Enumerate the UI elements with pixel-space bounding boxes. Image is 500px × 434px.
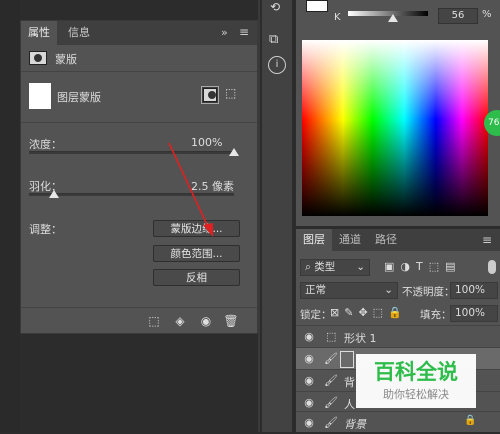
properties-panel: 属性 信息 » ≡ 蒙版 图层蒙版 ⬚ 浓度： 100% 羽化： 2.5 像素 … [20, 20, 258, 334]
double-chevron-right-icon[interactable]: » [221, 26, 228, 39]
k-slider-knob[interactable] [387, 14, 398, 22]
invert-button[interactable]: 反相 [153, 269, 240, 286]
eye-icon[interactable]: ◉ [197, 312, 215, 330]
mask-section-header: 蒙版 [21, 45, 257, 72]
color-range-button[interactable]: 颜色范围... [153, 245, 240, 262]
foreground-swatch[interactable] [306, 0, 328, 12]
mask-icon [29, 51, 47, 65]
lock-image-icon[interactable]: ✎ [344, 306, 358, 319]
layer-mask-label: 图层蒙版 [57, 91, 101, 104]
layer-thumbnail [340, 351, 354, 368]
tab-info[interactable]: 信息 [61, 21, 97, 45]
layers-tab-bar: 图层 通道 路径 ≡ [296, 229, 500, 251]
adjustment-filter-icon[interactable]: ◑ [400, 260, 416, 273]
brush-icon: 🖌 [324, 396, 338, 409]
layer-name: 形状 1 [344, 332, 377, 345]
lock-transparent-icon[interactable]: ⊠ [330, 306, 344, 319]
blend-mode-dropdown[interactable]: 正常 ⌄ [300, 282, 398, 299]
selection-from-mask-icon[interactable]: ⬚ [145, 312, 163, 330]
opacity-label: 不透明度： [402, 286, 455, 298]
annotation-arrow [168, 142, 213, 237]
k-value[interactable]: 56 [438, 8, 478, 24]
feather-slider-knob[interactable] [48, 190, 59, 198]
fill-input[interactable]: 100% [450, 305, 498, 322]
cube-icon[interactable]: ⧉ [269, 32, 278, 47]
eye-icon[interactable]: ◉ [302, 330, 316, 344]
opacity-input[interactable]: 100% [450, 282, 498, 299]
vector-mask-icon[interactable]: ⬚ [225, 86, 236, 100]
shape-layer-icon: ⬚ [326, 330, 337, 343]
history-icon[interactable]: ⟲ [270, 0, 280, 14]
eye-icon[interactable]: ◉ [302, 374, 316, 388]
mask-thumbnail[interactable] [29, 83, 51, 109]
watermark: 百科全说 助你轻松解决 [356, 354, 476, 408]
shape-filter-icon[interactable]: ⬚ [429, 260, 445, 273]
brush-icon: 🖌 [324, 352, 338, 365]
image-filter-icon[interactable]: ▣ [384, 260, 400, 273]
color-spectrum[interactable] [302, 40, 488, 216]
icon-dock: ⟲ ⧉ i [262, 0, 292, 432]
lock-all-icon[interactable]: 🔒 [388, 306, 407, 319]
info-icon[interactable]: i [268, 56, 286, 74]
properties-tab-bar: 属性 信息 » ≡ [21, 21, 257, 45]
lock-icon: 🔒 [464, 415, 477, 426]
k-label: K [334, 12, 341, 23]
layer-mask-row: 图层蒙版 ⬚ [21, 72, 257, 123]
smart-object-filter-icon[interactable]: ▤ [445, 260, 461, 273]
eye-icon[interactable]: ◉ [302, 396, 316, 410]
lock-artboard-icon[interactable]: ⬚ [373, 306, 388, 319]
fill-label: 填充： [420, 309, 452, 321]
search-icon: ⌕ [305, 261, 315, 273]
layer-name: 人 [344, 398, 355, 411]
chevron-down-icon: ⌄ [384, 284, 393, 296]
layer-row[interactable]: ◉ ⬚ 形状 1 [296, 325, 500, 348]
lock-icons: ⊠✎✥⬚🔒 [330, 306, 407, 319]
layer-name: 背 [344, 376, 355, 389]
brush-icon: 🖌 [324, 374, 338, 387]
apply-mask-icon[interactable]: ◈ [171, 312, 189, 330]
fill-value: 100% [455, 307, 486, 319]
chevron-down-icon: ⌄ [356, 261, 365, 273]
eye-icon[interactable]: ◉ [302, 416, 316, 430]
tab-paths[interactable]: 路径 [368, 229, 404, 251]
eye-icon[interactable]: ◉ [302, 352, 316, 366]
hamburger-icon[interactable]: ≡ [239, 25, 249, 39]
lock-position-icon[interactable]: ✥ [358, 306, 372, 319]
panel-divider [258, 0, 260, 432]
hamburger-icon[interactable]: ≡ [482, 233, 492, 247]
type-filter-icon[interactable]: T [416, 260, 429, 273]
watermark-main: 百科全说 [374, 360, 458, 384]
lock-label: 锁定： [300, 309, 332, 321]
filter-label: 类型 [314, 261, 336, 273]
tab-layers[interactable]: 图层 [296, 229, 332, 251]
properties-footer: ⬚ ◈ ◉ 🗑 [21, 307, 257, 334]
trash-icon[interactable]: 🗑 [222, 312, 240, 330]
filter-toggle[interactable] [488, 260, 496, 274]
layer-name: 背景 [344, 418, 366, 431]
density-label: 浓度： [29, 138, 62, 151]
layer-row[interactable]: ◉ 🖌 背景 🔒 [296, 411, 500, 434]
density-slider-knob[interactable] [229, 148, 239, 156]
brush-icon: 🖌 [324, 416, 338, 429]
section-title: 蒙版 [55, 53, 77, 66]
blend-mode-value: 正常 [305, 284, 326, 296]
opacity-value: 100% [455, 284, 486, 296]
k-unit: % [482, 9, 492, 20]
tab-properties[interactable]: 属性 [21, 21, 57, 45]
pixel-mask-icon [203, 88, 217, 102]
canvas-left-edge [0, 0, 20, 432]
pixel-mask-button[interactable] [201, 86, 219, 104]
filter-icons: ▣◑T⬚▤ [384, 260, 462, 273]
adjust-label: 调整： [29, 223, 62, 236]
filter-dropdown[interactable]: ⌕ 类型 ⌄ [300, 259, 370, 276]
tab-channels[interactable]: 通道 [332, 229, 368, 251]
watermark-sub: 助你轻松解决 [383, 388, 449, 401]
